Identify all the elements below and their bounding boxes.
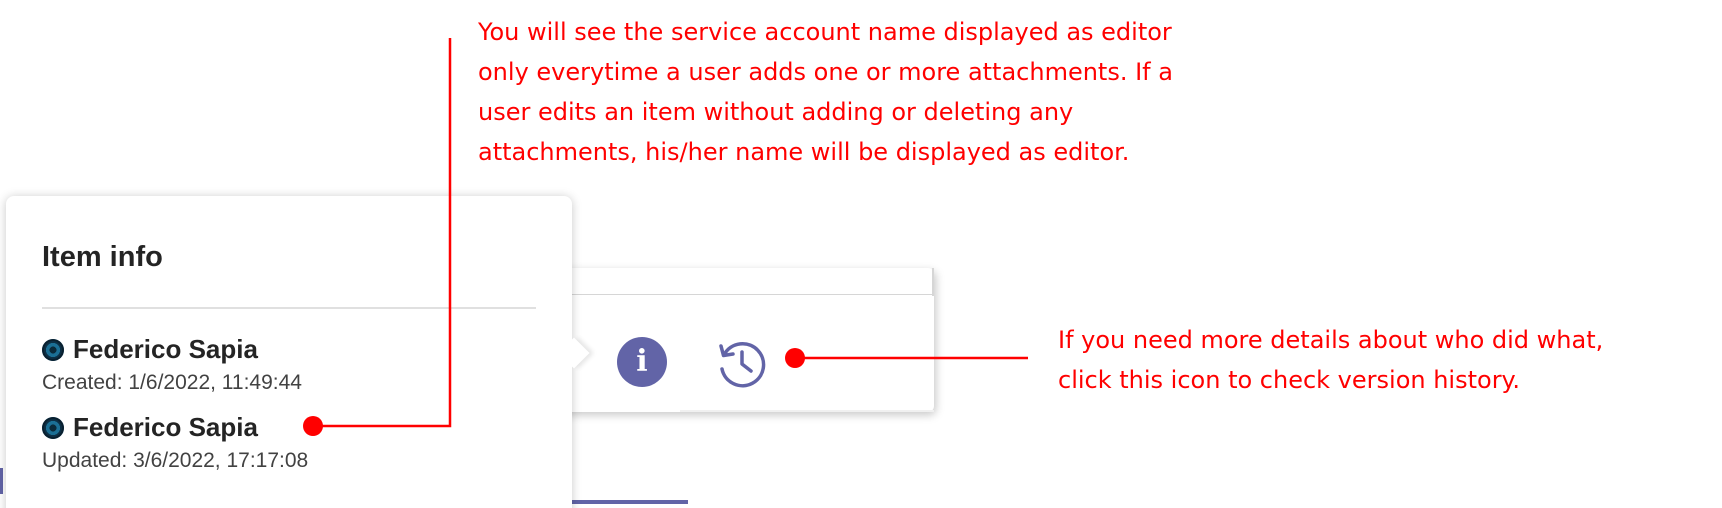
avatar: [42, 416, 64, 439]
info-button[interactable]: i: [617, 337, 667, 387]
avatar: [42, 338, 64, 361]
popup-divider: [42, 307, 536, 309]
info-icon: i: [636, 344, 648, 379]
editor-row: Federico Sapia: [42, 412, 258, 443]
left-edge-accent: [0, 468, 3, 494]
editor-name: Federico Sapia: [73, 412, 258, 442]
popup-title: Item info: [42, 241, 163, 273]
toolbar-right-border: [932, 268, 934, 296]
history-annotation: If you need more details about who did w…: [1058, 320, 1603, 400]
annotation-line: attachments, his/her name will be displa…: [478, 138, 1130, 166]
toolbar-base-line: [680, 410, 934, 412]
annotation-line: only everytime a user adds one or more a…: [478, 58, 1173, 86]
tab-underline: [572, 500, 688, 504]
version-history-button[interactable]: [712, 333, 772, 393]
popup-pointer-mask: [548, 330, 572, 378]
annotation-line: You will see the service account name di…: [478, 18, 1172, 46]
created-timestamp: Created: 1/6/2022, 11:49:44: [42, 371, 302, 394]
annotation-line: click this icon to check version history…: [1058, 366, 1520, 394]
screenshot-stage: i Item info Federico Sapia Created: 1/6/…: [0, 0, 1722, 508]
editor-annotation: You will see the service account name di…: [478, 12, 1173, 172]
creator-row: Federico Sapia: [42, 334, 258, 365]
annotation-line: If you need more details about who did w…: [1058, 326, 1604, 354]
version-history-icon: [719, 341, 766, 388]
annotation-line: user edits an item without adding or del…: [478, 98, 1074, 126]
toolbar-top-border: [560, 294, 932, 295]
updated-timestamp: Updated: 3/6/2022, 17:17:08: [42, 449, 309, 472]
creator-name: Federico Sapia: [73, 334, 258, 364]
